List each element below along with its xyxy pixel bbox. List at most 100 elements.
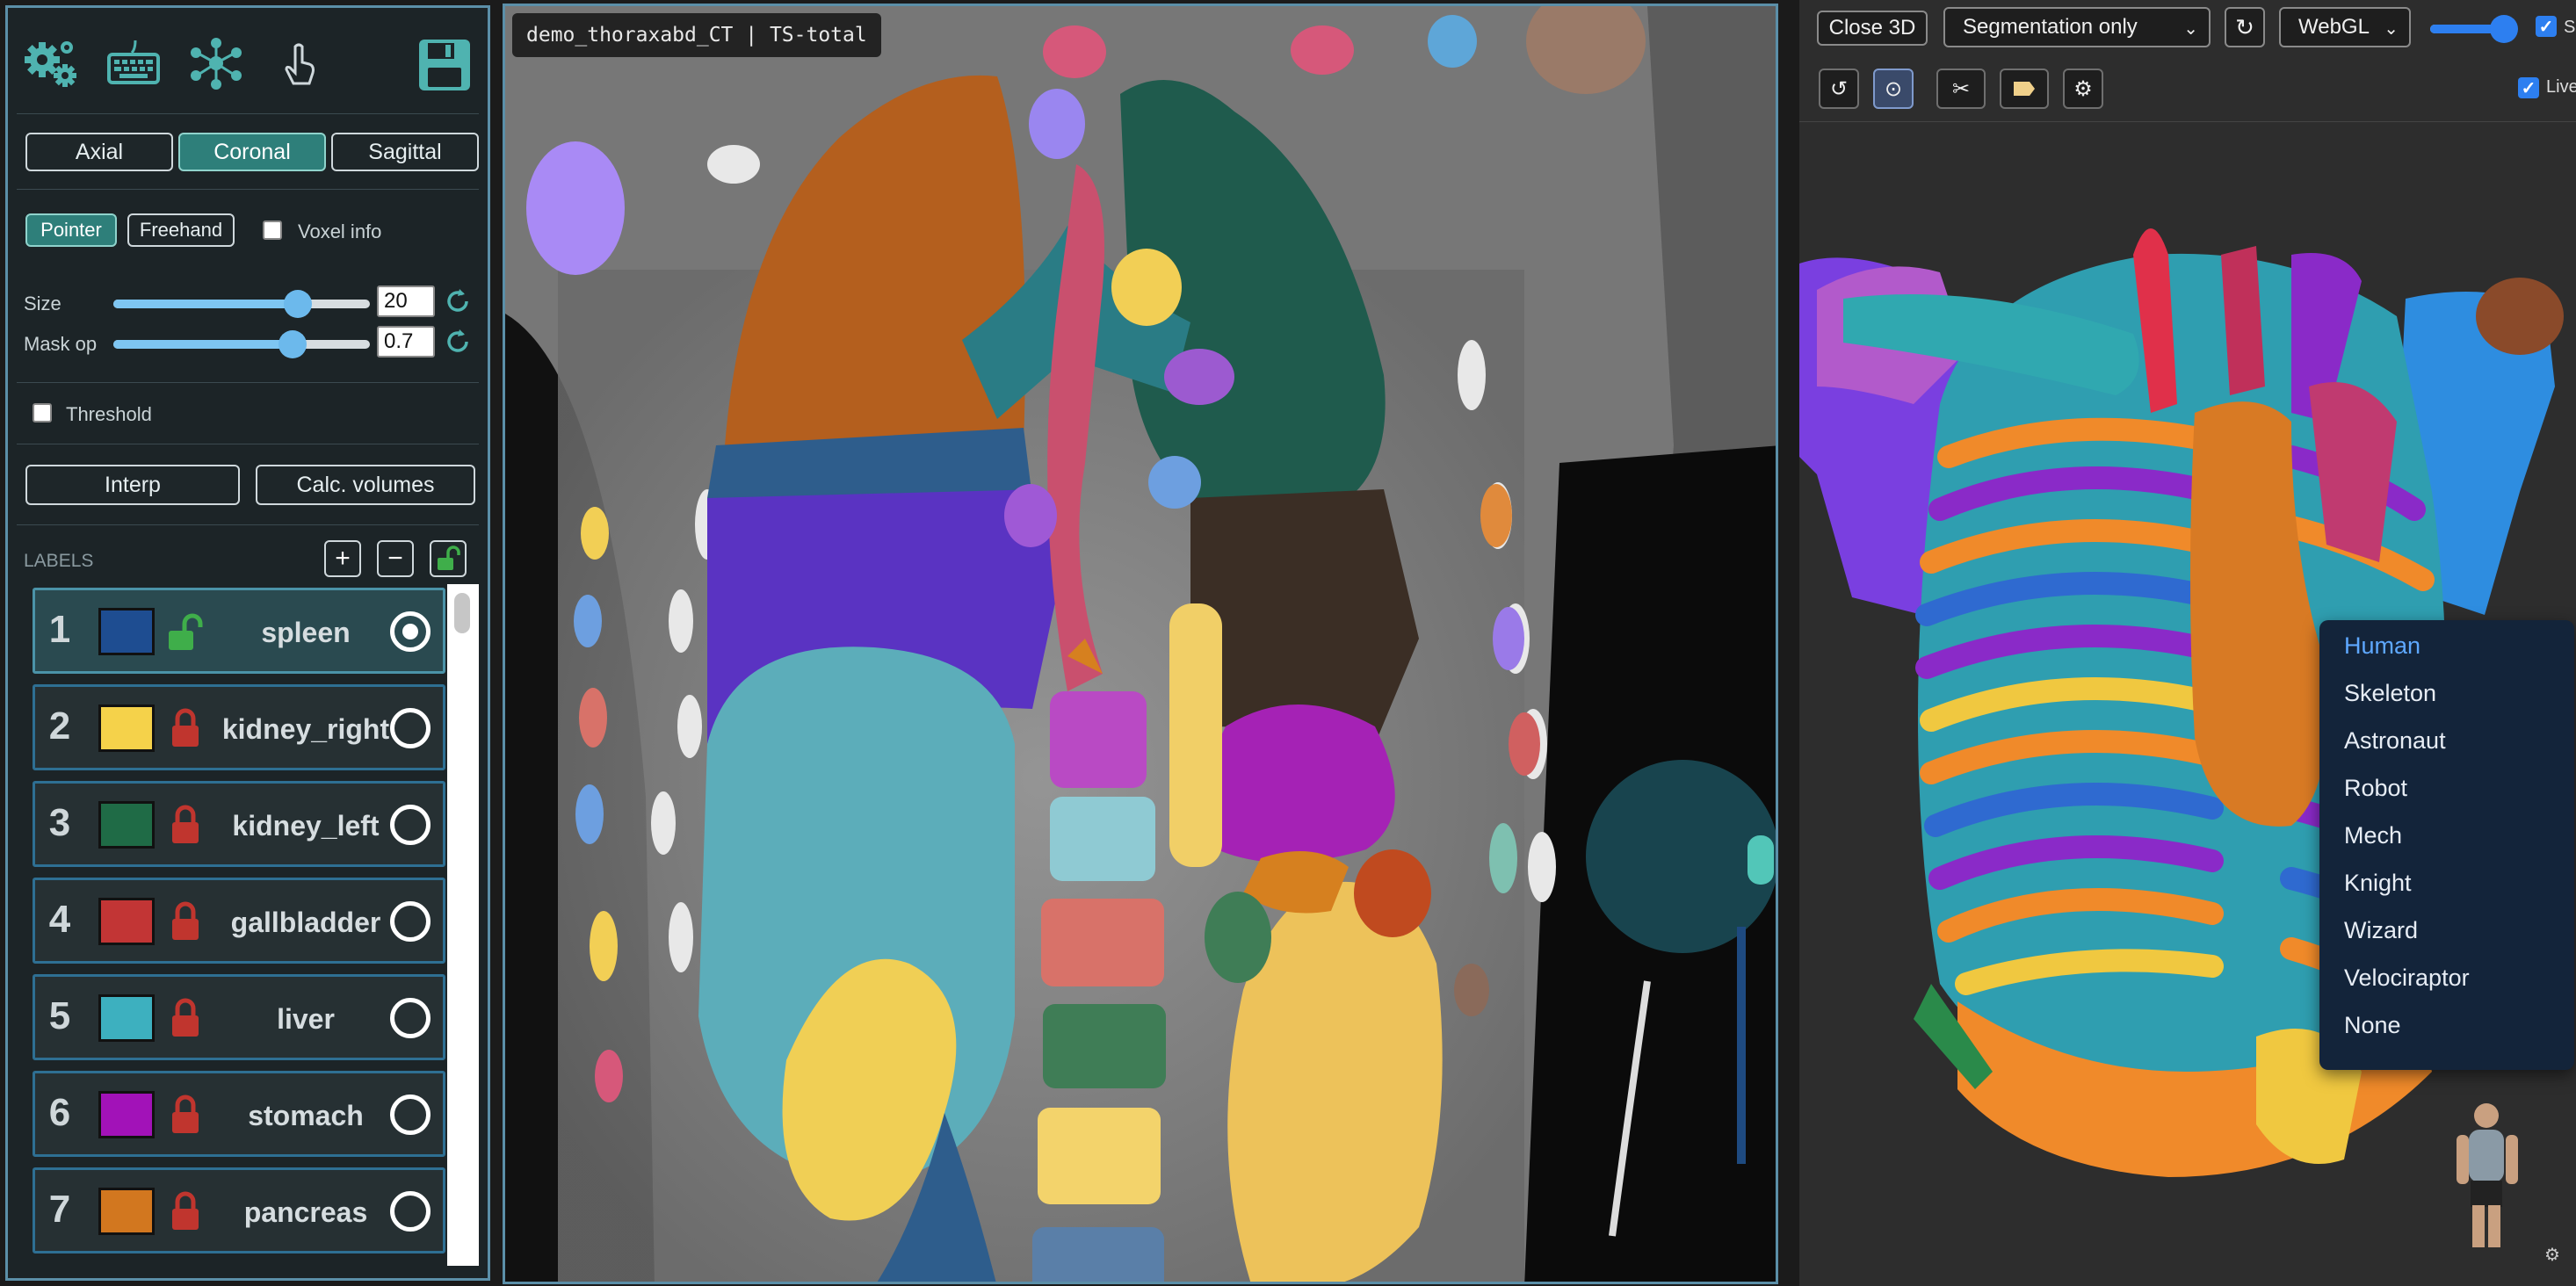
size-input[interactable]: 20 <box>377 285 435 317</box>
gear-icon[interactable]: ⚙ <box>2544 1244 2565 1265</box>
label-select-radio[interactable] <box>390 1191 431 1232</box>
close-3d-button[interactable]: Close 3D <box>1817 11 1928 46</box>
render-mode-value: Segmentation only <box>1963 15 2138 39</box>
keyboard-icon[interactable] <box>105 34 163 92</box>
refresh-button[interactable]: ↻ <box>2225 7 2265 47</box>
mask-op-reset-icon[interactable] <box>444 328 472 356</box>
label-select-radio[interactable] <box>390 901 431 942</box>
menu-item-skeleton[interactable]: Skeleton <box>2344 680 2436 707</box>
label-number: 7 <box>48 1188 71 1231</box>
opacity-slider-knob[interactable] <box>2490 15 2519 43</box>
pointer-tool-button[interactable]: Pointer <box>25 213 117 247</box>
labels-scrollbar[interactable] <box>447 584 479 1266</box>
ct-image[interactable] <box>505 6 1778 1284</box>
size-slider-fill <box>113 300 299 308</box>
renderer-select[interactable]: WebGL ⌄ <box>2279 7 2411 47</box>
freehand-tool-button[interactable]: Freehand <box>127 213 235 247</box>
label-row-pancreas[interactable]: 7 pancreas <box>33 1167 445 1253</box>
label-color-swatch[interactable] <box>98 608 155 655</box>
human-avatar-icon[interactable] <box>2437 1098 2534 1256</box>
pointer-hand-icon[interactable] <box>270 34 328 92</box>
view-sagittal-button[interactable]: Sagittal <box>331 133 479 171</box>
lock-icon[interactable] <box>167 996 206 1040</box>
menu-item-human[interactable]: Human <box>2344 632 2420 660</box>
lock-icon[interactable] <box>167 1093 206 1137</box>
calc-volumes-button[interactable]: Calc. volumes <box>256 465 475 505</box>
label-color-swatch[interactable] <box>98 994 155 1042</box>
divider <box>17 524 479 525</box>
label-color-swatch[interactable] <box>98 1188 155 1235</box>
remove-label-button[interactable]: − <box>377 540 414 577</box>
labels-header: LABELS <box>24 551 94 571</box>
voxel-info-checkbox[interactable] <box>263 220 282 240</box>
ct-slice-viewer[interactable]: demo_thoraxabd_CT | TS-total <box>503 4 1778 1284</box>
menu-item-knight[interactable]: Knight <box>2344 870 2412 897</box>
chevron-down-icon: ⌄ <box>2183 19 2198 39</box>
shade-checkbox[interactable]: ✓ <box>2536 16 2557 37</box>
label-color-swatch[interactable] <box>98 898 155 945</box>
label-name: gallbladder <box>230 907 381 938</box>
mask-op-input[interactable]: 0.7 <box>377 326 435 358</box>
divider <box>17 189 479 190</box>
render-mode-select[interactable]: Segmentation only ⌄ <box>1943 7 2211 47</box>
lock-icon[interactable] <box>167 803 206 847</box>
unlock-icon[interactable] <box>167 610 206 654</box>
label-row-spleen[interactable]: 1 spleen <box>33 588 445 674</box>
save-icon[interactable] <box>416 36 474 94</box>
scissors-icon[interactable]: ✂ <box>1936 69 1986 109</box>
network-icon[interactable] <box>187 34 245 92</box>
label-color-swatch[interactable] <box>98 704 155 752</box>
label-color-swatch[interactable] <box>98 1091 155 1138</box>
divider <box>1799 121 2576 122</box>
tag-icon[interactable] <box>2000 69 2049 109</box>
renderer-value: WebGL <box>2298 15 2370 39</box>
label-row-gallbladder[interactable]: 4 gallbladder <box>33 878 445 964</box>
size-slider[interactable] <box>113 290 370 318</box>
label-row-kidney-left[interactable]: 3 kidney_left <box>33 781 445 867</box>
shade-label: Shade <box>2564 18 2576 37</box>
interp-button[interactable]: Interp <box>25 465 240 505</box>
label-select-radio[interactable] <box>390 611 431 652</box>
menu-item-astronaut[interactable]: Astronaut <box>2344 727 2446 755</box>
menu-item-none[interactable]: None <box>2344 1012 2401 1039</box>
label-color-swatch[interactable] <box>98 801 155 849</box>
scrollbar-thumb[interactable] <box>454 593 470 633</box>
label-row-stomach[interactable]: 6 stomach <box>33 1071 445 1157</box>
menu-item-mech[interactable]: Mech <box>2344 822 2402 849</box>
avatar-model-menu: Human Skeleton Astronaut Robot Mech Knight Wiz… <box>2319 620 2574 1070</box>
size-reset-icon[interactable] <box>444 287 472 315</box>
label-select-radio[interactable] <box>390 708 431 748</box>
label-select-radio[interactable] <box>390 805 431 845</box>
label-name: kidney_left <box>232 810 380 842</box>
label-select-radio[interactable] <box>390 998 431 1038</box>
3d-panel: Close 3D Segmentation only ⌄ ↻ WebGL ⌄ ✓… <box>1799 0 2576 1286</box>
divider <box>17 113 479 114</box>
lock-icon[interactable] <box>167 899 206 943</box>
menu-item-wizard[interactable]: Wizard <box>2344 917 2418 944</box>
label-number: 2 <box>48 704 71 748</box>
add-label-button[interactable]: + <box>324 540 361 577</box>
size-slider-knob[interactable] <box>284 290 313 318</box>
label-row-kidney-right[interactable]: 2 kidney_right <box>33 684 445 770</box>
unlock-all-button[interactable] <box>430 540 467 577</box>
settings-gears-icon[interactable] <box>22 34 80 92</box>
label-number: 5 <box>48 994 71 1037</box>
threshold-label: Threshold <box>66 403 152 425</box>
label-select-radio[interactable] <box>390 1095 431 1135</box>
lock-icon[interactable] <box>167 1189 206 1233</box>
mask-op-slider[interactable] <box>113 330 370 358</box>
threshold-checkbox[interactable] <box>33 403 52 423</box>
label-name: spleen <box>261 617 351 648</box>
gear-icon[interactable]: ⚙ <box>2063 69 2103 109</box>
target-icon[interactable]: ⊙ <box>1873 69 1914 109</box>
menu-item-robot[interactable]: Robot <box>2344 775 2407 802</box>
view-coronal-button[interactable]: Coronal <box>178 133 326 171</box>
label-row-liver[interactable]: 5 liver <box>33 974 445 1060</box>
mask-op-slider-knob[interactable] <box>279 330 308 358</box>
opacity-slider[interactable] <box>2430 15 2519 43</box>
rotate-icon[interactable]: ↺ <box>1819 69 1859 109</box>
lock-icon[interactable] <box>167 706 206 750</box>
view-axial-button[interactable]: Axial <box>25 133 173 171</box>
menu-item-velociraptor[interactable]: Velociraptor <box>2344 964 2470 992</box>
live-checkbox[interactable]: ✓ <box>2518 77 2539 98</box>
